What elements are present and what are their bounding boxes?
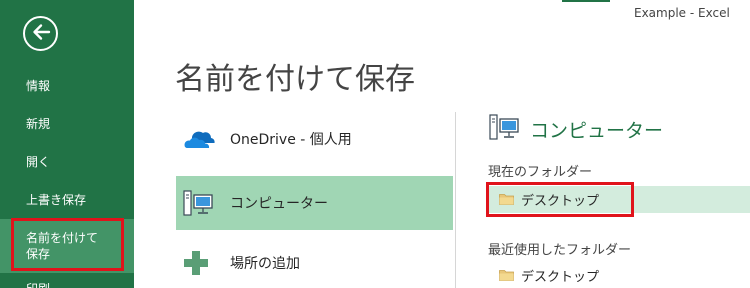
recent-folder-label: デスクトップ — [521, 270, 600, 285]
place-add-location[interactable]: 場所の追加 — [176, 236, 453, 288]
backstage-sidebar: 情報 新規 開く 上書き保存 名前を付けて 保存 印刷 — [0, 0, 134, 288]
place-computer[interactable]: コンピューター — [176, 176, 453, 230]
panel-divider — [455, 112, 456, 288]
onedrive-cloud-icon — [176, 128, 216, 150]
nav-save[interactable]: 上書き保存 — [0, 191, 134, 209]
nav-print[interactable]: 印刷 — [0, 280, 134, 288]
current-folder-heading: 現在のフォルダー — [488, 165, 593, 180]
nav-new-label: 新規 — [26, 117, 51, 131]
nav-info[interactable]: 情報 — [0, 77, 134, 95]
window-title: Example - Excel — [634, 6, 730, 20]
right-panel-header: コンピューター — [488, 113, 663, 145]
nav-print-label: 印刷 — [26, 282, 50, 288]
back-arrow-icon — [30, 21, 52, 47]
right-panel-title: コンピューター — [530, 119, 664, 142]
titlebar-accent — [562, 0, 610, 2]
place-onedrive[interactable]: OneDrive - 個人用 — [176, 112, 453, 166]
nav-save-as-label-line1: 名前を付けて — [26, 231, 99, 245]
computer-icon — [488, 113, 520, 145]
recent-folder-item[interactable]: デスクトップ — [488, 262, 688, 288]
place-add-location-label: 場所の追加 — [230, 256, 300, 272]
computer-icon — [176, 189, 216, 217]
folder-icon — [499, 266, 514, 285]
nav-open-label: 開く — [26, 155, 51, 169]
place-onedrive-label: OneDrive - 個人用 — [230, 132, 352, 148]
page-title: 名前を付けて保存 — [175, 62, 415, 97]
nav-save-label: 上書き保存 — [26, 193, 87, 207]
current-folder-label: デスクトップ — [521, 194, 600, 209]
back-button[interactable] — [23, 16, 58, 51]
nav-new[interactable]: 新規 — [0, 115, 134, 133]
nav-info-label: 情報 — [26, 79, 51, 93]
plus-icon — [176, 249, 216, 277]
place-computer-label: コンピューター — [230, 196, 328, 212]
current-folder-item[interactable]: デスクトップ — [488, 186, 750, 213]
nav-save-as-label-line2: 保存 — [26, 247, 51, 261]
nav-open[interactable]: 開く — [0, 153, 134, 171]
folder-icon — [499, 190, 514, 209]
nav-save-as[interactable]: 名前を付けて 保存 — [0, 219, 134, 273]
recent-folders-heading: 最近使用したフォルダー — [488, 243, 632, 258]
